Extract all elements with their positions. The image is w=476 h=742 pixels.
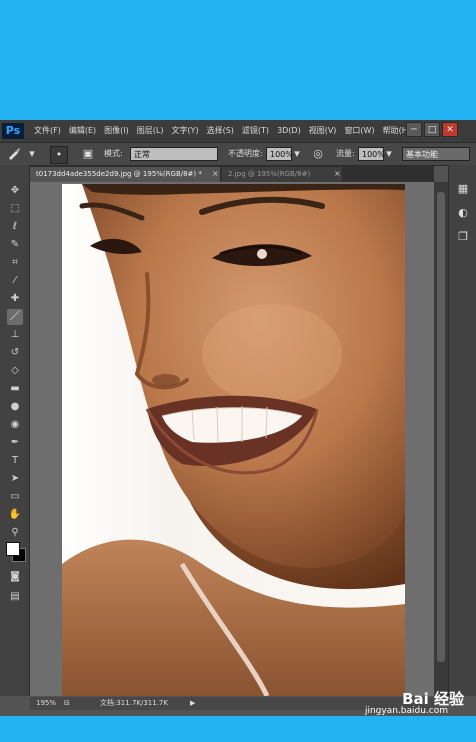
healing-icon[interactable]: ✚ bbox=[7, 291, 23, 307]
history-brush-icon[interactable]: ↺ bbox=[7, 345, 23, 361]
brush-panel-icon[interactable]: ▣ bbox=[80, 146, 96, 162]
tab-document-1[interactable]: t0173dd4ade355de2d9.jpg @ 195%(RGB/8#) * bbox=[30, 167, 220, 182]
tab-label: t0173dd4ade355de2d9.jpg @ 195%(RGB/8#) * bbox=[36, 170, 202, 178]
flow-input[interactable]: 100% bbox=[358, 147, 385, 161]
brush-tool-icon[interactable]: ／ bbox=[7, 309, 23, 325]
brush-preset-icon[interactable] bbox=[6, 146, 22, 162]
eyedropper-icon[interactable]: ⁄ bbox=[7, 273, 23, 289]
layers-panel-icon[interactable]: ❐ bbox=[455, 229, 471, 245]
dodge-icon[interactable]: ◉ bbox=[7, 417, 23, 433]
panel-dock: ▦ ◐ ❐ bbox=[448, 165, 476, 696]
menu-layer[interactable]: 图层(L) bbox=[133, 120, 168, 142]
status-menu-icon[interactable]: ⊟ bbox=[64, 697, 70, 710]
quick-select-icon[interactable]: ✎ bbox=[7, 237, 23, 253]
opacity-input[interactable]: 100% bbox=[266, 147, 293, 161]
history-panel-icon[interactable]: ▦ bbox=[455, 181, 471, 197]
flow-dropdown-icon[interactable]: ▾ bbox=[384, 146, 394, 162]
tools-panel: ✥ ⬚ ℓ ✎ ⌗ ⁄ ✚ ／ ⊥ ↺ ◇ ▬ ● ◉ ✒ T ➤ ▭ ✋ ⚲ … bbox=[0, 165, 30, 696]
zoom-level[interactable]: 195% bbox=[36, 697, 56, 710]
blur-icon[interactable]: ● bbox=[7, 399, 23, 415]
move-icon[interactable]: ✥ bbox=[7, 183, 23, 199]
flow-label: 流量: bbox=[336, 149, 355, 158]
menu-type[interactable]: 文字(Y) bbox=[167, 120, 202, 142]
restore-button[interactable]: □ bbox=[424, 122, 440, 137]
canvas-area[interactable] bbox=[30, 182, 434, 696]
screen-mode-icon[interactable]: ▤ bbox=[7, 589, 23, 605]
menu-file[interactable]: 文件(F) bbox=[30, 120, 65, 142]
scrollbar-thumb[interactable] bbox=[437, 192, 445, 662]
tab-label: 2.jpg @ 195%(RGB/8#) bbox=[228, 170, 311, 178]
lasso-icon[interactable]: ℓ bbox=[7, 219, 23, 235]
type-icon[interactable]: T bbox=[7, 453, 23, 469]
dropdown-arrow-icon[interactable]: ▾ bbox=[24, 146, 40, 162]
pressure-opacity-icon[interactable]: ◎ bbox=[310, 146, 326, 162]
tab-document-2[interactable]: 2.jpg @ 195%(RGB/8#) bbox=[222, 167, 342, 182]
menu-select[interactable]: 选择(S) bbox=[203, 120, 238, 142]
zoom-icon[interactable]: ⚲ bbox=[7, 525, 23, 541]
crop-icon[interactable]: ⌗ bbox=[7, 255, 23, 271]
mode-select[interactable]: 正常 bbox=[130, 147, 218, 161]
adjustments-panel-icon[interactable]: ◐ bbox=[455, 205, 471, 221]
opacity-label: 不透明度: bbox=[228, 149, 263, 158]
brush-size-icon[interactable]: • bbox=[50, 146, 68, 164]
hand-icon[interactable]: ✋ bbox=[7, 507, 23, 523]
photoshop-window: Ps 文件(F) 编辑(E) 图像(I) 图层(L) 文字(Y) 选择(S) 滤… bbox=[0, 120, 476, 716]
document-size: 文档:311.7K/311.7K bbox=[100, 699, 168, 707]
document-tabs: t0173dd4ade355de2d9.jpg @ 195%(RGB/8#) *… bbox=[30, 166, 434, 182]
path-select-icon[interactable]: ➤ bbox=[7, 471, 23, 487]
photoshop-logo: Ps bbox=[2, 123, 24, 139]
marquee-icon[interactable]: ⬚ bbox=[7, 201, 23, 217]
foreground-color-swatch[interactable] bbox=[6, 542, 20, 556]
watermark-url: jingyan.baidu.com bbox=[364, 706, 448, 716]
close-button[interactable]: ✕ bbox=[442, 122, 458, 137]
vertical-scrollbar[interactable] bbox=[434, 182, 448, 696]
menu-filter[interactable]: 滤镜(T) bbox=[238, 120, 273, 142]
pen-icon[interactable]: ✒ bbox=[7, 435, 23, 451]
minimize-button[interactable]: ─ bbox=[406, 122, 422, 137]
workspace-select[interactable]: 基本功能 bbox=[402, 147, 470, 161]
menu-window[interactable]: 窗口(W) bbox=[340, 120, 378, 142]
opacity-dropdown-icon[interactable]: ▾ bbox=[292, 146, 302, 162]
menu-view[interactable]: 视图(V) bbox=[305, 120, 341, 142]
options-bar: ▾ • ▣ 模式: 正常 不透明度: 100% ▾ ◎ 流量: 100% ▾ 基… bbox=[0, 143, 476, 166]
tab-close-icon[interactable]: × bbox=[212, 167, 219, 180]
status-arrow-icon[interactable]: ▶ bbox=[190, 697, 195, 710]
menu-image[interactable]: 图像(I) bbox=[100, 120, 133, 142]
quick-mask-icon[interactable]: ◙ bbox=[7, 569, 23, 585]
eraser-icon[interactable]: ◇ bbox=[7, 363, 23, 379]
menu-bar: Ps 文件(F) 编辑(E) 图像(I) 图层(L) 文字(Y) 选择(S) 滤… bbox=[0, 120, 476, 143]
rectangle-icon[interactable]: ▭ bbox=[7, 489, 23, 505]
menu-edit[interactable]: 编辑(E) bbox=[65, 120, 100, 142]
tab-close-icon[interactable]: × bbox=[334, 167, 341, 180]
mode-label: 模式: bbox=[104, 149, 123, 158]
menu-3d[interactable]: 3D(D) bbox=[273, 120, 305, 142]
menu-items: 文件(F) 编辑(E) 图像(I) 图层(L) 文字(Y) 选择(S) 滤镜(T… bbox=[30, 120, 415, 142]
portrait-photo[interactable] bbox=[62, 184, 405, 696]
gradient-icon[interactable]: ▬ bbox=[7, 381, 23, 397]
clone-stamp-icon[interactable]: ⊥ bbox=[7, 327, 23, 343]
